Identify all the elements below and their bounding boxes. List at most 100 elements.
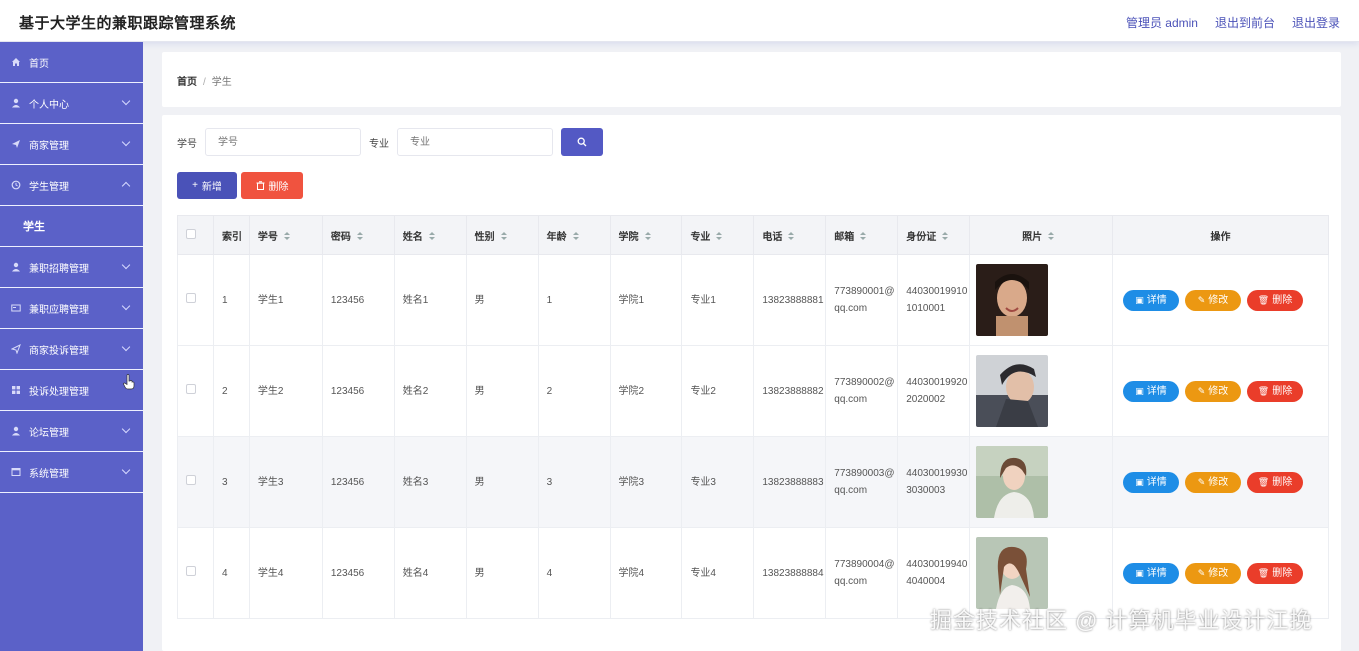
grid-icon	[12, 386, 20, 394]
column-header-gender[interactable]: 性别	[465, 215, 539, 255]
column-label: 专业	[690, 231, 711, 243]
cell-college: 学院3	[609, 436, 683, 528]
column-header-photo[interactable]: 照片	[969, 215, 1113, 255]
cell-name: 姓名2	[393, 345, 467, 437]
sort-icon[interactable]	[500, 232, 507, 241]
sidebar-item-merchant[interactable]: 商家管理	[0, 124, 143, 165]
column-header-major[interactable]: 专业	[681, 215, 755, 255]
sidebar-item-forum[interactable]: 论坛管理	[0, 411, 143, 452]
trash-icon: 🗑	[1257, 476, 1270, 487]
row-checkbox[interactable]	[186, 474, 196, 485]
sort-icon[interactable]	[942, 232, 949, 241]
clock-icon	[11, 180, 21, 190]
edit-button[interactable]: ✎ 修改	[1184, 471, 1241, 493]
cell-id-card: 440300199101010001	[897, 254, 971, 346]
sidebar-item-system[interactable]: 系统管理	[0, 452, 143, 493]
sort-icon[interactable]	[788, 232, 795, 241]
breadcrumb: 首页 / 学生	[177, 73, 232, 88]
edit-label: 修改	[1208, 476, 1229, 488]
row-checkbox[interactable]	[186, 383, 196, 394]
detail-label: 详情	[1146, 567, 1167, 579]
document-icon: ▣	[1135, 294, 1144, 305]
cell-phone: 13823888884	[753, 527, 827, 619]
cell-photo	[969, 436, 1113, 528]
student-photo	[976, 264, 1049, 336]
cell-student-id: 学生3	[248, 436, 323, 528]
row-select-cell	[177, 254, 214, 346]
column-header-id-card[interactable]: 身份证	[897, 215, 971, 255]
sort-icon[interactable]	[716, 232, 723, 241]
edit-button[interactable]: ✎ 修改	[1184, 380, 1241, 402]
column-header-age[interactable]: 年龄	[537, 215, 611, 255]
student-id-input[interactable]	[205, 128, 361, 156]
detail-label: 详情	[1146, 476, 1167, 488]
column-header-student-id[interactable]: 学号	[248, 215, 323, 255]
delete-button[interactable]: 🗑 删除	[1246, 289, 1303, 311]
sidebar-item-merchant-complaint[interactable]: 商家投诉管理	[0, 329, 143, 370]
column-label: 年龄	[546, 231, 567, 243]
column-header-email[interactable]: 邮箱	[825, 215, 899, 255]
detail-button[interactable]: ▣ 详情	[1122, 562, 1179, 584]
delete-button[interactable]: 🗑 删除	[1246, 471, 1303, 493]
logout-link[interactable]: 退出登录	[1292, 14, 1340, 31]
sort-icon[interactable]	[283, 232, 290, 241]
cell-photo	[969, 254, 1113, 346]
cell-index: 1	[212, 254, 250, 346]
column-header-college[interactable]: 学院	[609, 215, 683, 255]
row-checkbox[interactable]	[186, 565, 196, 576]
cell-phone: 13823888883	[753, 436, 827, 528]
sidebar-item-student[interactable]: 学生管理	[0, 165, 143, 206]
sort-icon[interactable]	[428, 232, 435, 241]
cell-college: 学院2	[609, 345, 683, 437]
admin-user-link[interactable]: 管理员 admin	[1126, 14, 1198, 31]
sort-icon[interactable]	[1048, 232, 1055, 241]
sidebar-item-job-apply[interactable]: 兼职应聘管理	[0, 288, 143, 329]
detail-button[interactable]: ▣ 详情	[1122, 289, 1179, 311]
edit-button[interactable]: ✎ 修改	[1184, 289, 1241, 311]
column-label: 学号	[257, 231, 278, 243]
sidebar-item-job-recruit[interactable]: 兼职招聘管理	[0, 247, 143, 288]
sort-icon[interactable]	[572, 232, 579, 241]
sort-icon[interactable]	[356, 232, 363, 241]
row-checkbox[interactable]	[186, 292, 196, 303]
trash-icon	[256, 181, 264, 190]
breadcrumb-home[interactable]: 首页	[177, 77, 197, 88]
sidebar-item-home[interactable]: 首页	[0, 42, 143, 83]
search-icon	[577, 137, 587, 147]
search-bar: 学号 专业	[177, 128, 603, 156]
sort-icon[interactable]	[644, 232, 651, 241]
add-button[interactable]: + 新增	[177, 172, 237, 199]
sidebar-item-complaint-handling[interactable]: 投诉处理管理	[0, 370, 143, 411]
back-to-frontend-link[interactable]: 退出到前台	[1215, 14, 1275, 31]
delete-button[interactable]: 🗑 删除	[1246, 562, 1303, 584]
column-header-phone[interactable]: 电话	[753, 215, 827, 255]
search-button[interactable]	[561, 128, 603, 156]
column-header: 索引	[212, 215, 250, 255]
delete-button[interactable]: 🗑 删除	[1246, 380, 1303, 402]
sidebar-item-label: 学生	[23, 221, 45, 233]
sidebar-item-personal-center[interactable]: 个人中心	[0, 83, 143, 124]
cell-email: 773890004@qq.com	[825, 527, 899, 619]
sidebar-subitem-student[interactable]: 学生	[0, 206, 143, 247]
cell-gender: 男	[465, 254, 539, 346]
cell-gender: 男	[465, 436, 539, 528]
cell-password: 123456	[321, 436, 395, 528]
major-input[interactable]	[397, 128, 553, 156]
cell-id-card: 440300199202020002	[897, 345, 971, 437]
user-icon	[12, 426, 20, 436]
table-row: 1 学生1 123456 姓名1 男 1 学院1 专业1 13823888881…	[177, 254, 1330, 346]
column-header-name[interactable]: 姓名	[393, 215, 467, 255]
edit-button[interactable]: ✎ 修改	[1184, 562, 1241, 584]
window-icon	[11, 468, 21, 476]
cell-major: 专业3	[681, 436, 755, 528]
detail-button[interactable]: ▣ 详情	[1122, 471, 1179, 493]
select-all-checkbox[interactable]	[186, 228, 196, 239]
batch-delete-button[interactable]: 删除	[241, 172, 303, 199]
sort-icon[interactable]	[860, 232, 867, 241]
user-icon	[12, 98, 20, 108]
table-row: 3 学生3 123456 姓名3 男 3 学院3 专业3 13823888883…	[177, 436, 1330, 528]
detail-button[interactable]: ▣ 详情	[1122, 380, 1179, 402]
column-label: 学院	[618, 231, 639, 243]
column-header-password[interactable]: 密码	[321, 215, 395, 255]
student-id-label: 学号	[177, 138, 197, 150]
